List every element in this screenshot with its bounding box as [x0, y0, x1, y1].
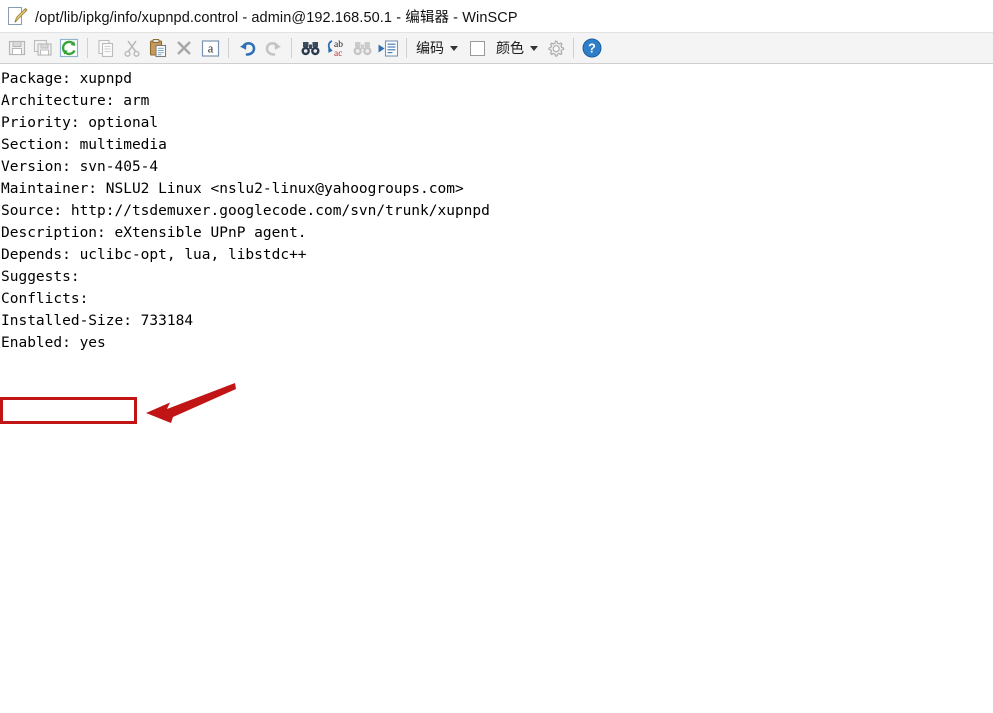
color-dropdown[interactable]: 颜色: [492, 36, 542, 60]
copy-button[interactable]: [93, 35, 119, 61]
editor-text-area[interactable]: Package: xupnpd Architecture: arm Priori…: [0, 66, 993, 713]
svg-text:ac: ac: [334, 49, 342, 59]
toolbar-separator: [87, 38, 88, 58]
floppy-disk-copy-icon: [33, 39, 52, 56]
window-titlebar: /opt/lib/ipkg/info/xupnpd.control - admi…: [0, 0, 993, 32]
toolbar-separator: [573, 38, 574, 58]
document-pencil-icon: [8, 7, 28, 25]
floppy-disk-icon: [8, 40, 26, 56]
paste-button[interactable]: [145, 35, 171, 61]
letter-a-box-icon: a: [201, 39, 219, 57]
save-as-button[interactable]: [30, 35, 56, 61]
word-wrap-checkbox[interactable]: [470, 40, 485, 56]
help-button[interactable]: ?: [579, 35, 605, 61]
scissors-icon: [124, 40, 140, 57]
gear-icon: [547, 39, 564, 57]
annotation-highlight-box: [0, 397, 137, 424]
close-x-icon: [177, 41, 191, 55]
binoculars-next-icon: [353, 41, 371, 55]
find-next-button[interactable]: [349, 35, 375, 61]
toolbar-separator: [291, 38, 292, 58]
go-to-line-icon: [378, 39, 399, 57]
reload-button[interactable]: [56, 35, 82, 61]
save-button[interactable]: [4, 35, 30, 61]
replace-ab-ac-icon: ab ac: [327, 40, 343, 59]
redo-arrow-icon: [265, 41, 281, 56]
editor-toolbar: a ab ac 编码 颜色 ?: [0, 32, 993, 64]
redo-button[interactable]: [260, 35, 286, 61]
cut-button[interactable]: [119, 35, 145, 61]
color-label: 颜色: [496, 40, 524, 56]
refresh-icon: [59, 38, 79, 58]
copy-icon: [98, 39, 114, 58]
undo-button[interactable]: [234, 35, 260, 61]
undo-arrow-icon: [239, 41, 255, 56]
binoculars-icon: [301, 41, 319, 55]
encoding-label: 编码: [416, 40, 444, 56]
question-mark-icon: ?: [582, 38, 602, 58]
toolbar-separator: [406, 38, 407, 58]
clipboard-paste-icon: [149, 39, 167, 58]
select-all-button[interactable]: a: [197, 35, 223, 61]
encoding-dropdown[interactable]: 编码: [412, 36, 462, 60]
replace-button[interactable]: ab ac: [323, 35, 349, 61]
toolbar-separator: [228, 38, 229, 58]
go-to-line-button[interactable]: [375, 35, 401, 61]
svg-text:a: a: [207, 41, 213, 55]
annotation-arrow-icon: [146, 383, 236, 423]
chevron-down-icon: [530, 45, 538, 51]
delete-button[interactable]: [171, 35, 197, 61]
chevron-down-icon: [450, 45, 458, 51]
preferences-button[interactable]: [542, 35, 568, 61]
svg-text:?: ?: [588, 42, 596, 56]
find-button[interactable]: [297, 35, 323, 61]
file-content[interactable]: Package: xupnpd Architecture: arm Priori…: [0, 66, 993, 354]
window-title: /opt/lib/ipkg/info/xupnpd.control - admi…: [35, 9, 518, 26]
